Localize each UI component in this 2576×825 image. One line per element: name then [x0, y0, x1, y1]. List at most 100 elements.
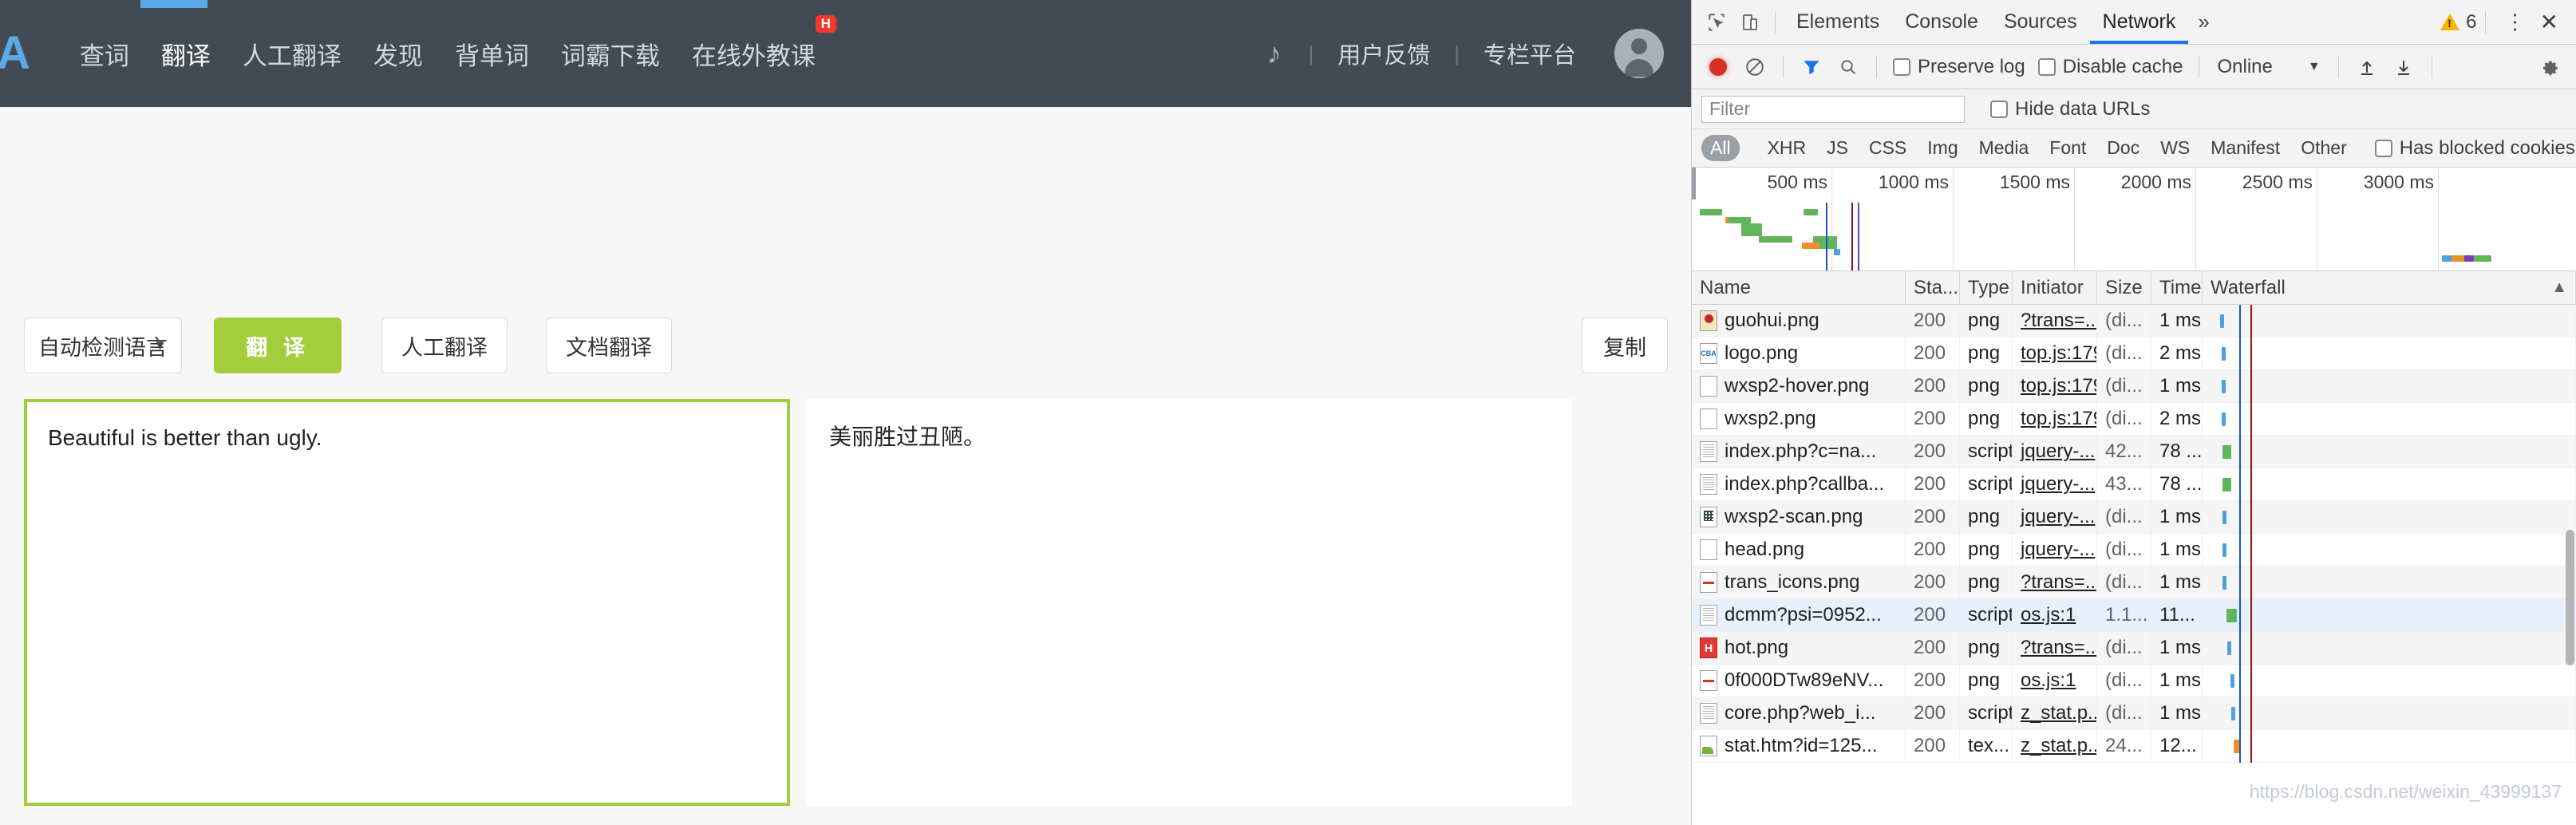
type-filter-css[interactable]: CSS	[1860, 135, 1915, 161]
type-filter-img[interactable]: Img	[1918, 135, 1966, 161]
preserve-log-checkbox[interactable]: Preserve log	[1888, 56, 2030, 78]
initiator-link[interactable]: jquery-...	[2021, 539, 2095, 561]
document-translate-button[interactable]: 文档翻译	[546, 318, 672, 373]
devtools-menu-icon[interactable]: ⋮	[2494, 10, 2537, 34]
initiator-link[interactable]: ?trans=...	[2021, 571, 2096, 594]
type-filter-xhr[interactable]: XHR	[1759, 135, 1815, 161]
cell-initiator[interactable]: os.js:1	[2013, 598, 2097, 632]
type-filter-other[interactable]: Other	[2292, 135, 2356, 161]
tab-elements[interactable]: Elements	[1784, 1, 1892, 44]
cell-initiator[interactable]: ?trans=...	[2013, 566, 2097, 599]
cell-initiator[interactable]: top.js:179	[2013, 337, 2097, 370]
checkbox-box[interactable]	[2037, 57, 2056, 76]
search-icon[interactable]	[1831, 50, 1865, 84]
throttling-select[interactable]: Online ▼	[2211, 56, 2326, 78]
column-header-waterfall[interactable]: Waterfall ▲	[2203, 270, 2576, 305]
table-row[interactable]: wxsp2.png 200 png top.js:179 (di... 2 ms	[1692, 402, 2576, 436]
human-translate-button[interactable]: 人工翻译	[381, 318, 508, 373]
nav-item-ciba-download[interactable]: 词霸下载	[545, 36, 676, 72]
type-filter-doc[interactable]: Doc	[2098, 135, 2148, 161]
table-row[interactable]: core.php?web_i... 200 script z_stat.p... (di…	[1692, 697, 2576, 730]
tab-console[interactable]: Console	[1892, 1, 1991, 44]
cell-initiator[interactable]: top.js:179	[2013, 369, 2097, 403]
cell-initiator[interactable]: jquery-...	[2013, 468, 2097, 501]
avatar[interactable]	[1614, 29, 1664, 78]
cell-initiator[interactable]: z_stat.p...	[2013, 729, 2097, 763]
record-button[interactable]	[1701, 50, 1735, 84]
table-row[interactable]: hot.png 200png ?trans=...(di...1 ms	[1692, 631, 2576, 665]
checkbox-box[interactable]	[2374, 139, 2392, 157]
filter-input[interactable]	[1701, 95, 1965, 123]
nav-item-chaci[interactable]: 查词	[64, 36, 145, 72]
user-feedback-link[interactable]: 用户反馈	[1320, 37, 1448, 70]
initiator-link[interactable]: top.js:179	[2021, 342, 2096, 365]
table-row[interactable]: dcmm?psi=0952... 200 script os.js:1 1.1... 11…	[1692, 598, 2576, 632]
initiator-link[interactable]: z_stat.p...	[2021, 735, 2096, 757]
initiator-link[interactable]: ?trans=...	[2021, 637, 2096, 659]
cell-initiator[interactable]: jquery-...	[2013, 435, 2097, 468]
inspect-cursor-icon[interactable]	[1700, 6, 1733, 39]
nav-item-beidanci[interactable]: 背单词	[439, 36, 545, 72]
device-toolbar-icon[interactable]	[1733, 6, 1767, 39]
disable-cache-checkbox[interactable]: Disable cache	[2033, 56, 2188, 78]
column-header-initiator[interactable]: Initiator	[2013, 270, 2097, 305]
table-row[interactable]: stat.htm?id=125... 200 tex... z_stat.p... 24…	[1692, 729, 2576, 763]
column-header-time[interactable]: Time	[2151, 270, 2203, 305]
table-row[interactable]: index.php?c=na... 200 script jquery-... 42..…	[1692, 435, 2576, 468]
translate-button[interactable]: 翻 译	[214, 318, 342, 373]
tab-network[interactable]: Network	[2090, 1, 2189, 44]
initiator-link[interactable]: os.js:1	[2021, 669, 2076, 692]
filter-icon[interactable]	[1795, 50, 1828, 84]
close-icon[interactable]: ✕	[2537, 9, 2568, 35]
table-row[interactable]: guohui.png 200 png ?trans=... (di... 1 ms	[1692, 305, 2576, 338]
initiator-link[interactable]: ?trans=...	[2021, 310, 2096, 332]
column-header-status[interactable]: Sta...	[1906, 270, 1960, 305]
initiator-link[interactable]: jquery-...	[2021, 440, 2095, 463]
cell-initiator[interactable]: ?trans=...	[2013, 631, 2097, 665]
more-tabs-icon[interactable]: »	[2188, 10, 2218, 34]
import-har-icon[interactable]	[2350, 50, 2384, 84]
cell-initiator[interactable]: os.js:1	[2013, 664, 2097, 697]
cell-initiator[interactable]: jquery-...	[2013, 533, 2097, 566]
source-textarea[interactable]: Beautiful is better than ugly.	[24, 399, 790, 806]
table-row[interactable]: wxsp2-hover.png 200 png top.js:179 (di... 1 m…	[1692, 369, 2576, 403]
gear-icon[interactable]	[2533, 50, 2566, 84]
initiator-link[interactable]: os.js:1	[2021, 604, 2076, 626]
language-select[interactable]: 自动检测语言 ▼	[24, 318, 182, 373]
initiator-link[interactable]: top.js:179	[2021, 408, 2096, 430]
type-filter-ws[interactable]: WS	[2151, 135, 2199, 161]
cell-initiator[interactable]: top.js:179	[2013, 402, 2097, 436]
cell-initiator[interactable]: z_stat.p...	[2013, 697, 2097, 730]
cell-initiator[interactable]: jquery-...	[2013, 500, 2097, 534]
initiator-link[interactable]: jquery-...	[2021, 473, 2095, 495]
clear-button[interactable]	[1738, 50, 1772, 84]
column-header-type[interactable]: Type	[1960, 270, 2013, 305]
type-filter-js[interactable]: JS	[1818, 135, 1857, 161]
network-request-list[interactable]: guohui.png200png?trans=...(di...1 mslogo…	[1692, 305, 2576, 825]
column-header-name[interactable]: Name	[1692, 270, 1906, 305]
nav-item-faxian[interactable]: 发现	[358, 36, 439, 72]
hide-data-urls-checkbox[interactable]: Hide data URLs	[1985, 98, 2155, 120]
checkbox-box[interactable]	[1990, 100, 2008, 118]
type-filter-manifest[interactable]: Manifest	[2202, 135, 2289, 161]
initiator-link[interactable]: jquery-...	[2021, 506, 2095, 528]
export-har-icon[interactable]	[2387, 50, 2420, 84]
table-row[interactable]: 0f000DTw89eNV... 200 png os.js:1 (di... 1 ms	[1692, 664, 2576, 697]
column-platform-link[interactable]: 专栏平台	[1466, 37, 1594, 70]
target-textarea[interactable]: 美丽胜过丑陋。	[806, 399, 1572, 806]
initiator-link[interactable]: z_stat.p...	[2021, 702, 2096, 724]
network-list-scrollbar[interactable]	[2566, 530, 2574, 665]
table-row[interactable]: logo.png 200png top.js:179(di...2 ms	[1692, 337, 2576, 370]
tab-sources[interactable]: Sources	[1991, 1, 2090, 44]
has-blocked-cookies-checkbox[interactable]: Has blocked cookies	[2370, 137, 2576, 160]
cell-initiator[interactable]: ?trans=...	[2013, 305, 2097, 338]
table-row[interactable]: index.php?callba... 200 script jquery-... 43…	[1692, 468, 2576, 501]
network-overview-timeline[interactable]: 500 ms 1000 ms 1500 ms 2000 ms 2500 ms 3000 m…	[1692, 168, 2576, 271]
type-filter-font[interactable]: Font	[2041, 135, 2095, 161]
music-note-icon[interactable]: ♪	[1246, 37, 1302, 70]
nav-item-fanyi[interactable]: 翻译	[145, 36, 227, 72]
copy-button[interactable]: 复制	[1582, 318, 1668, 373]
table-row[interactable]: wxsp2-scan.png 200 png jquery-... (di... 1 ms	[1692, 500, 2576, 534]
checkbox-box[interactable]	[1893, 57, 1910, 76]
warning-count-badge[interactable]: 6	[2440, 11, 2477, 34]
